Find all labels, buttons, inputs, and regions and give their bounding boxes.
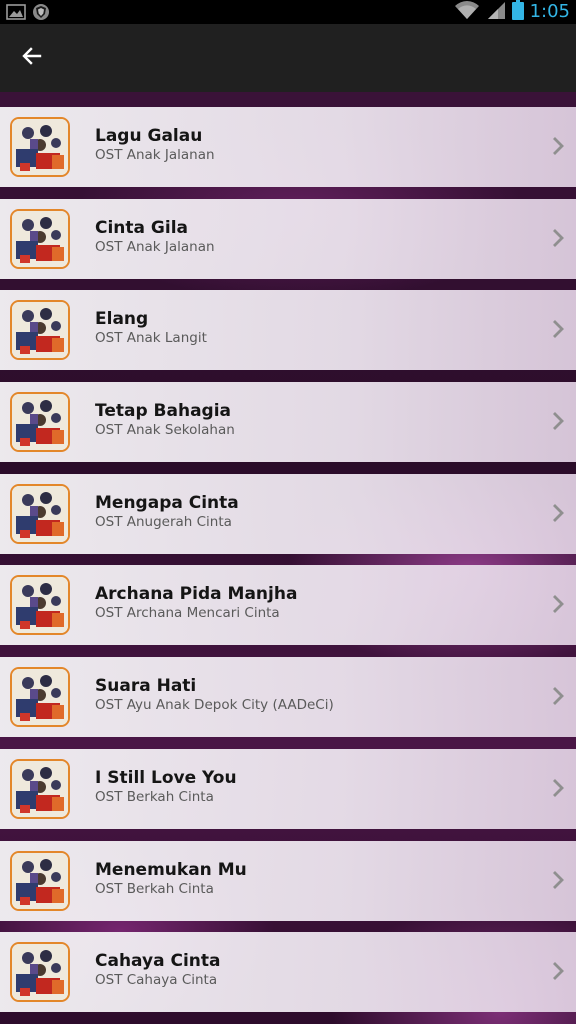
album-thumbnail bbox=[10, 208, 70, 269]
chevron-right-icon bbox=[550, 777, 566, 799]
song-title: Suara Hati bbox=[95, 676, 197, 697]
song-title: Mengapa Cinta bbox=[95, 492, 239, 513]
song-subtitle: OST Anugerah Cinta bbox=[95, 513, 232, 530]
song-list-container[interactable]: Lagu Galau OST Anak Jalanan Cinta Gila O… bbox=[0, 92, 576, 1024]
album-thumbnail bbox=[10, 575, 70, 636]
song-subtitle: OST Cahaya Cinta bbox=[95, 972, 218, 989]
chevron-right-icon bbox=[550, 685, 566, 707]
status-system: 1:05 bbox=[454, 0, 570, 24]
list-item[interactable]: Tetap Bahagia OST Anak Sekolahan bbox=[0, 382, 576, 463]
song-title: Elang bbox=[95, 309, 149, 330]
status-time: 1:05 bbox=[529, 1, 570, 22]
status-bar: 1:05 bbox=[0, 0, 576, 24]
list-item[interactable]: Archana Pida Manjha OST Archana Mencari … bbox=[0, 565, 576, 646]
chevron-right-icon bbox=[550, 869, 566, 891]
song-subtitle: OST Anak Jalanan bbox=[95, 238, 215, 255]
song-subtitle: OST Anak Jalanan bbox=[95, 147, 215, 163]
chevron-right-icon bbox=[550, 593, 566, 615]
list-item[interactable]: Menemukan Mu OST Berkah Cinta bbox=[0, 840, 576, 921]
song-subtitle: OST Ayu Anak Depok City (AADeCi) bbox=[95, 697, 334, 714]
chevron-right-icon bbox=[550, 227, 566, 249]
song-title: Cinta Gila bbox=[95, 217, 189, 238]
album-thumbnail bbox=[10, 758, 70, 819]
signal-icon bbox=[486, 0, 506, 24]
song-title: Archana Pida Manjha bbox=[95, 584, 298, 605]
app-screen: 1:05 Lagu Galau OST Anak Jalanan Cinta G… bbox=[0, 0, 576, 1024]
battery-icon bbox=[511, 0, 524, 24]
chevron-right-icon bbox=[550, 318, 566, 340]
shield-icon bbox=[32, 3, 50, 25]
gallery-icon bbox=[6, 3, 26, 25]
album-thumbnail bbox=[10, 850, 70, 911]
song-subtitle: OST Anak Sekolahan bbox=[95, 422, 235, 439]
wifi-icon bbox=[454, 0, 480, 24]
album-thumbnail bbox=[10, 117, 70, 177]
list-item[interactable]: I Still Love You OST Berkah Cinta bbox=[0, 748, 576, 829]
song-subtitle: OST Archana Mencari Cinta bbox=[95, 605, 280, 622]
song-list: Lagu Galau OST Anak Jalanan Cinta Gila O… bbox=[0, 107, 576, 1024]
chevron-right-icon bbox=[550, 410, 566, 432]
song-subtitle: OST Anak Langit bbox=[95, 330, 207, 347]
album-thumbnail bbox=[10, 667, 70, 728]
list-item[interactable]: Cinta Gila OST Anak Jalanan bbox=[0, 198, 576, 279]
chevron-right-icon bbox=[550, 502, 566, 524]
song-title: Tetap Bahagia bbox=[95, 401, 232, 422]
list-item[interactable]: Elang OST Anak Langit bbox=[0, 290, 576, 371]
song-subtitle: OST Berkah Cinta bbox=[95, 880, 214, 897]
action-bar bbox=[0, 24, 576, 92]
list-item[interactable]: Mengapa Cinta OST Anugerah Cinta bbox=[0, 473, 576, 554]
song-title: I Still Love You bbox=[95, 767, 237, 788]
album-thumbnail bbox=[10, 300, 70, 361]
song-title: Menemukan Mu bbox=[95, 859, 247, 880]
back-button[interactable] bbox=[10, 36, 54, 80]
list-item[interactable]: Cahaya Cinta OST Cahaya Cinta bbox=[0, 932, 576, 1013]
song-title: Cahaya Cinta bbox=[95, 951, 221, 972]
chevron-right-icon bbox=[550, 960, 566, 982]
album-thumbnail bbox=[10, 392, 70, 453]
chevron-right-icon bbox=[550, 135, 566, 157]
album-thumbnail bbox=[10, 483, 70, 544]
list-item[interactable]: Suara Hati OST Ayu Anak Depok City (AADe… bbox=[0, 657, 576, 738]
album-thumbnail bbox=[10, 942, 70, 1003]
status-notifications bbox=[6, 3, 50, 25]
list-item[interactable]: Lagu Galau OST Anak Jalanan bbox=[0, 107, 576, 187]
song-subtitle: OST Berkah Cinta bbox=[95, 788, 214, 805]
song-title: Lagu Galau bbox=[95, 126, 203, 146]
arrow-left-icon bbox=[20, 44, 44, 72]
